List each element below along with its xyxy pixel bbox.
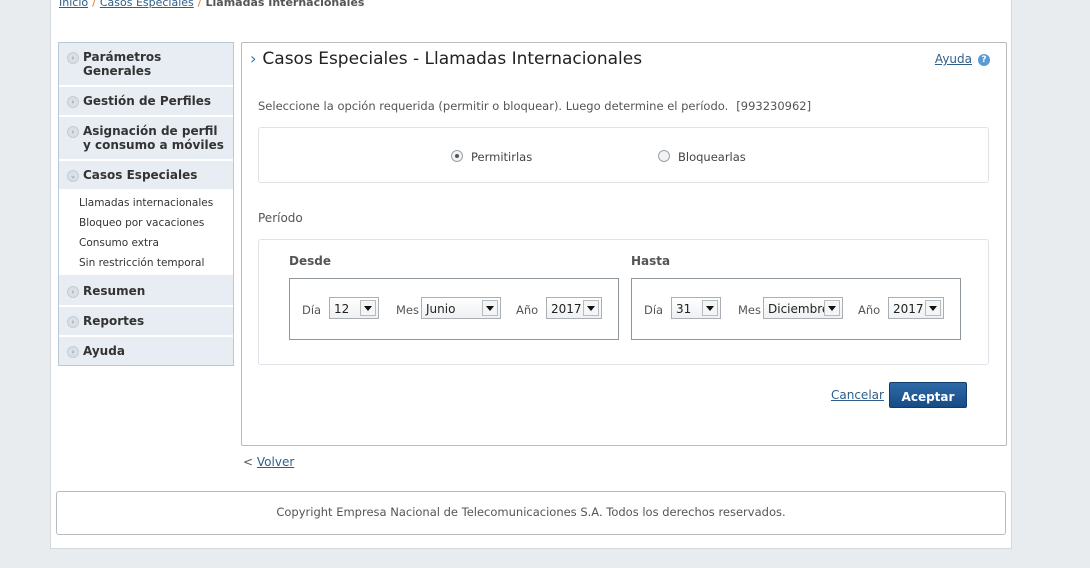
back-link-group: < Volver [243,455,294,469]
cancel-link[interactable]: Cancelar [831,388,884,402]
footer: Copyright Empresa Nacional de Telecomuni… [56,491,1006,535]
page-container: Inicio / Casos Especiales / Llamadas Interna… [50,0,1012,549]
period-label: Período [258,211,303,225]
page-title-text: Casos Especiales - Llamadas Internaciona… [262,49,643,69]
breadcrumb-current: Llamadas Internacionales [205,0,365,9]
breadcrumb-home-link[interactable]: Inicio [59,0,88,9]
instruction-text: Seleccione la opción requerida (permitir… [258,99,811,113]
sidebar-item-label: Gestión de Perfiles [83,94,211,108]
footer-text: Copyright Empresa Nacional de Telecomuni… [276,505,786,519]
help-icon[interactable]: ? [978,53,990,66]
phone-number: [993230962] [736,99,812,113]
period-group: Desde Día 12 Mes Junio Año 2017 Hasta Dí… [258,239,989,365]
chevron-right-icon: › [67,346,79,358]
sidebar-item-resumen[interactable]: › Resumen [59,277,233,307]
from-month-select[interactable]: Junio [421,297,501,319]
sidebar-item-label: Reportes [83,314,145,328]
chevron-down-icon [824,300,840,316]
instruction-label: Seleccione la opción requerida (permitir… [258,99,729,113]
radio-block-label: Bloquearlas [678,150,746,164]
to-day-label: Día [644,303,664,317]
radio-allow-label: Permitirlas [471,150,533,164]
sidebar-subitem-llamadas-internacionales[interactable]: Llamadas internacionales [59,193,233,213]
to-title: Hasta [631,254,671,268]
breadcrumb-separator: / [92,0,96,9]
help-link-group: Ayuda? [935,52,990,66]
back-link[interactable]: Volver [257,455,294,469]
chevron-right-icon: › [250,49,257,68]
sidebar-item-reportes[interactable]: › Reportes [59,307,233,337]
sidebar-subitem-bloqueo-vacaciones[interactable]: Bloqueo por vacaciones [59,213,233,233]
radio-allow[interactable]: Permitirlas [451,150,532,164]
accept-button[interactable]: Aceptar [889,382,967,408]
sidebar-submenu: Llamadas internacionales Bloqueo por vac… [59,191,233,277]
from-day-select[interactable]: 12 [329,297,379,319]
help-link[interactable]: Ayuda [935,52,972,66]
radio-checked-icon[interactable] [451,150,463,162]
sidebar-item-asignacion-perfil[interactable]: › Asignación de perfil y consumo a móvil… [59,117,233,161]
sidebar-item-label: Ayuda [83,344,125,358]
breadcrumb-separator: / [197,0,202,9]
sidebar-item-label: Casos Especiales [83,168,198,182]
page-title: › Casos Especiales - Llamadas Internacion… [250,49,642,69]
sidebar-item-label: Resumen [83,284,146,298]
sidebar-item-label: Parámetros Generales [83,50,162,78]
to-month-value: Diciembre [768,302,830,316]
to-year-label: Año [858,303,881,317]
to-month-label: Mes [738,303,761,317]
sidebar-item-gestion-perfiles[interactable]: › Gestión de Perfiles [59,87,233,117]
sidebar-item-casos-especiales[interactable]: ⌄ Casos Especiales [59,161,233,191]
to-year-select[interactable]: 2017 [888,297,944,319]
chevron-down-icon [583,300,599,316]
breadcrumb-section-link[interactable]: Casos Especiales [100,0,194,9]
from-day-value: 12 [334,302,350,316]
sidebar-menu: › Parámetros Generales › Gestión de Perf… [58,42,234,366]
chevron-right-icon: › [67,96,79,108]
chevron-right-icon: › [67,52,79,64]
from-month-value: Junio [426,302,456,316]
from-year-select[interactable]: 2017 [546,297,602,319]
option-group: Permitirlas Bloquearlas [258,127,989,183]
to-day-value: 31 [676,302,692,316]
sidebar-subitem-consumo-extra[interactable]: Consumo extra [59,233,233,253]
sidebar-item-label: Asignación de perfil y consumo a móviles [83,124,224,152]
chevron-right-icon: › [67,316,79,328]
radio-block[interactable]: Bloquearlas [658,150,746,164]
chevron-down-icon [482,300,498,316]
from-year-value: 2017 [551,302,582,316]
from-range: Día 12 Mes Junio Año 2017 [289,278,619,340]
to-range: Día 31 Mes Diciembre Año 2017 [631,278,961,340]
chevron-down-icon: ⌄ [67,170,79,182]
chevron-right-icon: › [67,126,79,138]
breadcrumb: Inicio / Casos Especiales / Llamadas Interna… [59,0,364,9]
to-day-select[interactable]: 31 [671,297,721,319]
chevron-down-icon [925,300,941,316]
from-month-label: Mes [396,303,419,317]
from-year-label: Año [516,303,539,317]
sidebar-item-parametros-generales[interactable]: › Parámetros Generales [59,43,233,87]
main-panel: › Casos Especiales - Llamadas Internacion… [241,42,1007,446]
chevron-right-icon: › [67,286,79,298]
back-arrow: < [243,455,254,469]
sidebar-subitem-sin-restriccion[interactable]: Sin restricción temporal [59,253,233,273]
chevron-down-icon [360,300,376,316]
to-year-value: 2017 [893,302,924,316]
to-month-select[interactable]: Diciembre [763,297,843,319]
chevron-down-icon [702,300,718,316]
from-day-label: Día [302,303,322,317]
sidebar-item-ayuda[interactable]: › Ayuda [59,337,233,365]
from-title: Desde [289,254,331,268]
radio-unchecked-icon[interactable] [658,150,670,162]
